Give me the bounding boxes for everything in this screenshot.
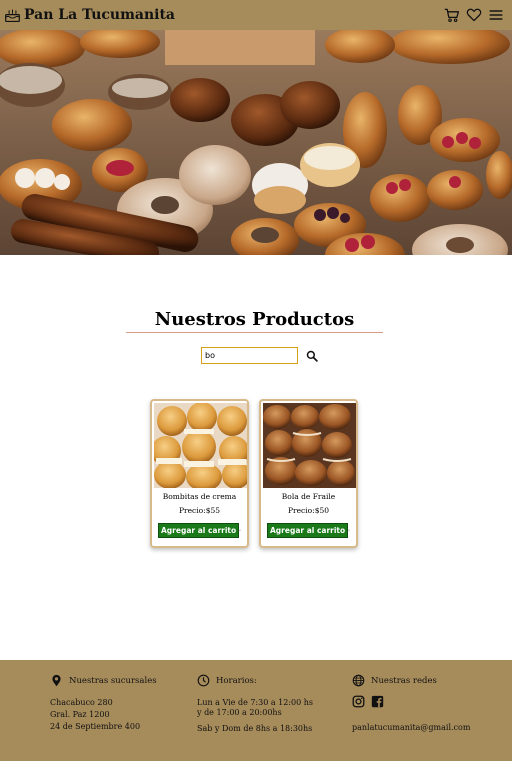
footer-social: Nuestras redes panlatucumanita@gmail.com <box>352 674 470 734</box>
search-input[interactable] <box>201 347 298 364</box>
facebook-icon[interactable] <box>371 695 384 708</box>
contact-email[interactable]: panlatucumanita@gmail.com <box>352 722 470 734</box>
product-card: Bombitas de crema Precio:$55 Agregar al … <box>150 399 249 548</box>
product-name: Bola de Fraile <box>281 492 336 501</box>
site-footer: Nuestras sucursales Chacabuco 280 Gral. … <box>0 660 512 761</box>
product-price: Precio:$55 <box>178 506 221 515</box>
add-to-cart-button[interactable]: Agregar al carrito <box>267 523 349 538</box>
branch-address: 24 de Septiembre 400 <box>50 722 141 731</box>
social-title: Nuestras redes <box>371 675 437 686</box>
branch-address: Chacabuco 280 <box>50 698 113 707</box>
search-bar <box>201 347 318 364</box>
add-to-cart-button[interactable]: Agregar al carrito <box>158 523 240 538</box>
site-title: Pan La Tucumanita <box>24 7 175 23</box>
product-list: Bombitas de crema Precio:$55 Agregar al … <box>150 399 358 548</box>
search-icon[interactable] <box>306 350 318 362</box>
footer-branches: Nuestras sucursales Chacabuco 280 Gral. … <box>50 674 157 733</box>
hamburger-menu-icon[interactable] <box>488 7 504 23</box>
cart-icon[interactable] <box>444 7 460 23</box>
clock-icon <box>197 674 210 687</box>
product-card: Bola de Fraile Precio:$50 Agregar al car… <box>259 399 358 548</box>
globe-icon <box>352 674 365 687</box>
heart-icon[interactable] <box>239 525 241 536</box>
hours-line: Sab y Dom de 8hs a 18:30hs <box>197 724 313 733</box>
instagram-icon[interactable] <box>352 695 365 708</box>
bakery-pastries-photo <box>0 30 512 255</box>
heart-icon[interactable] <box>348 525 350 536</box>
branch-address: Gral. Paz 1200 <box>50 710 110 719</box>
bread-cake-icon <box>5 9 20 22</box>
branches-title: Nuestras sucursales <box>69 675 157 686</box>
products-title: Nuestros Productos <box>126 309 383 333</box>
location-pin-icon <box>52 674 61 687</box>
product-name: Bombitas de crema <box>162 492 237 501</box>
product-price: Precio:$50 <box>287 506 330 515</box>
hero-banner <box>0 30 512 255</box>
brand[interactable]: Pan La Tucumanita <box>4 7 175 24</box>
bola-de-fraile-photo <box>263 403 356 488</box>
footer-hours: Horarios: Lun a Vie de 7:30 a 12:00 hs y… <box>197 674 313 735</box>
heart-icon[interactable] <box>466 7 482 23</box>
hours-title: Horarios: <box>216 675 257 686</box>
cream-puffs-photo <box>154 403 247 488</box>
site-header: Pan La Tucumanita <box>0 0 512 30</box>
